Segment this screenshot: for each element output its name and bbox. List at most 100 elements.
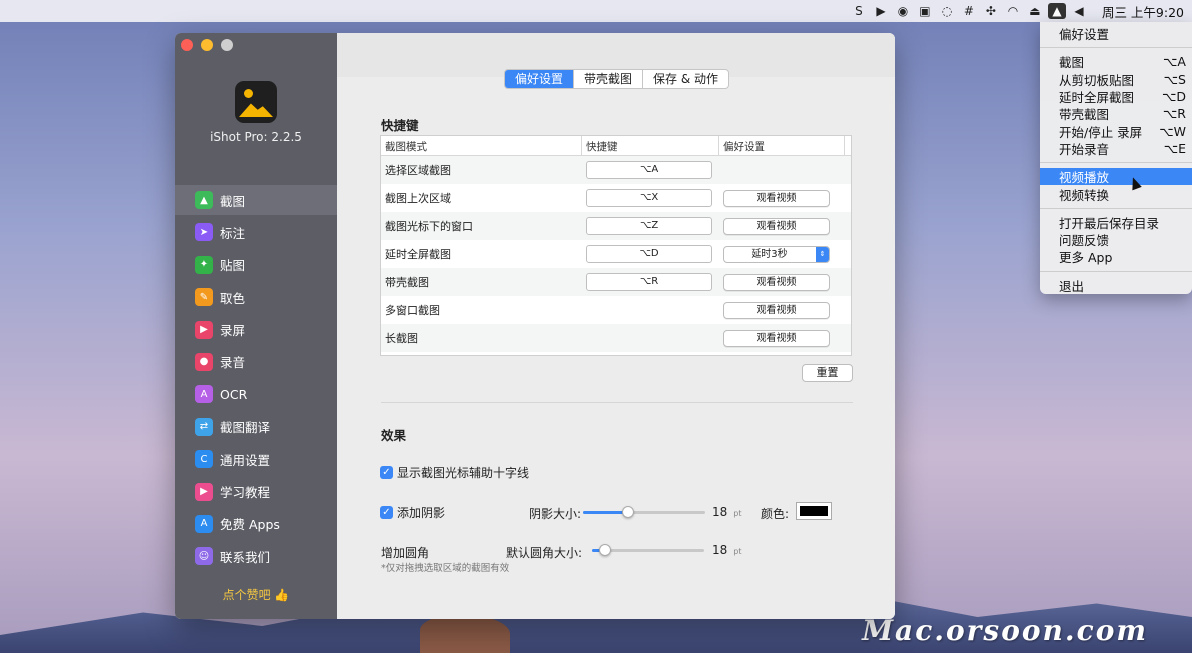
sidebar-item[interactable]: ▲ 截图 — [175, 185, 337, 215]
shadow-checkbox[interactable]: ✓ — [380, 506, 393, 519]
menu-item[interactable]: 开始/停止 录屏 ⌥W — [1040, 122, 1192, 140]
reset-button[interactable]: 重置 — [802, 364, 853, 382]
zoom-button[interactable] — [221, 39, 233, 51]
menu-item[interactable]: 开始录音 ⌥E — [1040, 140, 1192, 157]
corner-size-knob[interactable] — [599, 544, 612, 556]
column-header-mode[interactable]: 截图模式 — [381, 136, 582, 155]
network-icon[interactable]: ✣ — [982, 3, 1000, 19]
crosshair-option[interactable]: ✓ 显示截图光标辅助十字线 — [380, 464, 529, 481]
column-header-pref[interactable]: 偏好设置 — [719, 136, 845, 155]
watch-video-button[interactable]: 观看视频 — [723, 329, 830, 347]
sidebar-item-label: 录屏 — [220, 323, 246, 339]
pref-cell: 延时3秒 ⇕ — [719, 245, 845, 263]
sidebar-item-icon: ✎ — [195, 288, 213, 307]
sidebar-item[interactable]: A OCR — [175, 379, 337, 409]
menu-separator — [1040, 47, 1192, 49]
menu-item[interactable]: 截图 ⌥A — [1040, 53, 1192, 70]
volume-icon[interactable]: ◀ — [1070, 3, 1088, 19]
table-header: 截图模式 快捷键 偏好设置 — [381, 136, 851, 156]
status-menu: 偏好设置截图 ⌥A 从剪切板贴图 ⌥S 延时全屏截图 ⌥D 带壳截图 ⌥R 开始/停止 录屏 ⌥W… — [1040, 22, 1192, 294]
menu-item[interactable]: 延时全屏截图 ⌥D — [1040, 88, 1192, 105]
sidebar-item[interactable]: ▶ 学习教程 — [175, 477, 337, 507]
sidebar-item[interactable]: ● 录音 — [175, 347, 337, 377]
menu-item-label: 视频转换 — [1059, 187, 1110, 203]
sidebar-item[interactable]: ⇄ 截图翻译 — [175, 412, 337, 442]
grid-icon[interactable]: # — [960, 3, 978, 19]
menu-item[interactable]: 退出 — [1040, 277, 1192, 294]
shadow-size-knob[interactable] — [622, 506, 635, 518]
shadow-size-slider[interactable] — [583, 506, 705, 518]
menu-item[interactable]: 带壳截图 ⌥R — [1040, 105, 1192, 122]
monitor-icon[interactable]: ▣ — [916, 3, 934, 19]
sidebar-item-label: OCR — [220, 386, 248, 402]
shadow-option[interactable]: ✓ 添加阴影 — [380, 504, 445, 521]
shortcut-recorder[interactable]: ⌥Z — [586, 217, 712, 235]
sidebar-item[interactable]: A 免费 Apps — [175, 509, 337, 539]
shadow-size-label: 阴影大小: — [529, 507, 582, 521]
eject-icon[interactable]: ⏏ — [1026, 3, 1044, 19]
corner-size-slider[interactable] — [592, 544, 704, 556]
watch-video-button[interactable]: 观看视频 — [723, 273, 830, 291]
sidebar-item-label: 截图 — [220, 193, 246, 209]
sidebar-item-icon: ⇄ — [195, 417, 213, 436]
menu-item[interactable]: 从剪切板贴图 ⌥S — [1040, 71, 1192, 88]
menu-item[interactable]: 问题反馈 — [1040, 231, 1192, 248]
mode-cell: 带壳截图 — [385, 276, 429, 289]
corner-label: 增加圆角 — [381, 546, 430, 560]
menu-item[interactable]: 打开最后保存目录 — [1040, 214, 1192, 231]
mode-cell: 选择区域截图 — [385, 164, 451, 177]
menu-item-label: 退出 — [1059, 278, 1085, 294]
shadow-color-well[interactable] — [796, 502, 832, 520]
column-header-key[interactable]: 快捷键 — [582, 136, 719, 155]
window-controls — [181, 39, 233, 51]
watch-video-button[interactable]: 观看视频 — [723, 301, 830, 319]
tab[interactable]: 带壳截图 — [574, 70, 644, 88]
minimize-button[interactable] — [201, 39, 213, 51]
watch-video-button[interactable]: 观看视频 — [723, 189, 830, 207]
sidebar-item-label: 截图翻译 — [220, 420, 271, 436]
shortcut-recorder[interactable]: ⌥D — [586, 245, 712, 263]
sidebar-item[interactable]: ☺ 联系我们 — [175, 541, 337, 571]
ishot-icon[interactable]: ▲ — [1047, 3, 1066, 19]
delay-select-value: 延时3秒 — [751, 248, 788, 260]
menu-item-label: 更多 App — [1059, 250, 1113, 266]
like-link[interactable]: 点个赞吧 👍 — [175, 586, 337, 603]
menu-item-label: 延时全屏截图 — [1059, 90, 1135, 106]
wechat-icon[interactable]: ◉ — [894, 3, 912, 19]
menu-item[interactable]: 视频播放 — [1040, 168, 1192, 186]
main-panel: 偏好设置 带壳截图 保存 & 动作 快捷键 截图模式 快捷键 偏好设置 选择区域截图… — [337, 33, 895, 619]
sidebar-nav: ▲ 截图 ➤ 标注 ✦ 贴图 ✎ 取色 ▶ 录屏 ● 录音 A OCR ⇄ 截图翻译 C 通用设置 ▶ 学习教程 A 免费… — [175, 185, 337, 574]
tab[interactable]: 偏好设置 — [505, 70, 575, 88]
s-icon[interactable]: S — [850, 3, 868, 19]
delay-select[interactable]: 延时3秒 ⇕ — [723, 245, 830, 263]
table-row: 长截图 观看视频 — [381, 324, 851, 352]
sidebar-item-icon: ▲ — [195, 191, 213, 209]
menu-bar-clock[interactable]: 周三 上午9:20 — [1102, 2, 1184, 21]
sidebar-item-label: 学习教程 — [220, 485, 271, 501]
effects-section-title: 效果 — [381, 428, 407, 443]
sidebar-item[interactable]: ➤ 标注 — [175, 217, 337, 247]
tab[interactable]: 保存 & 动作 — [643, 70, 728, 88]
menu-item[interactable]: 更多 App — [1040, 248, 1192, 265]
watch-video-button[interactable]: 观看视频 — [723, 217, 830, 235]
sidebar-item-label: 取色 — [220, 290, 246, 306]
watermark: Mac.orsoon.com — [862, 614, 1148, 647]
crosshair-checkbox[interactable]: ✓ — [380, 466, 393, 479]
sidebar-item-icon: ➤ — [195, 223, 213, 242]
sidebar-item[interactable]: ✦ 贴图 — [175, 250, 337, 280]
sidebar: iShot Pro: 2.2.5 ▲ 截图 ➤ 标注 ✦ 贴图 ✎ 取色 ▶ 录屏 ● 录音 A OCR ⇄… — [175, 33, 337, 619]
shortcut-recorder[interactable]: ⌥A — [586, 161, 712, 179]
app-icon — [235, 81, 277, 123]
shortcut-recorder[interactable]: ⌥R — [586, 273, 712, 291]
play-icon[interactable]: ▶ — [872, 3, 890, 19]
sidebar-item[interactable]: C 通用设置 — [175, 444, 337, 474]
close-button[interactable] — [181, 39, 193, 51]
sidebar-item[interactable]: ▶ 录屏 — [175, 315, 337, 345]
menu-item-label: 开始录音 — [1059, 141, 1110, 157]
menu-item[interactable]: 视频转换 — [1040, 185, 1192, 203]
sidebar-item[interactable]: ✎ 取色 — [175, 282, 337, 312]
wifi-icon[interactable]: ◠ — [1004, 3, 1022, 19]
shortcut-recorder[interactable]: ⌥X — [586, 189, 712, 207]
menu-item[interactable]: 偏好设置 — [1040, 25, 1192, 42]
chat-icon[interactable]: ◌ — [938, 3, 956, 19]
